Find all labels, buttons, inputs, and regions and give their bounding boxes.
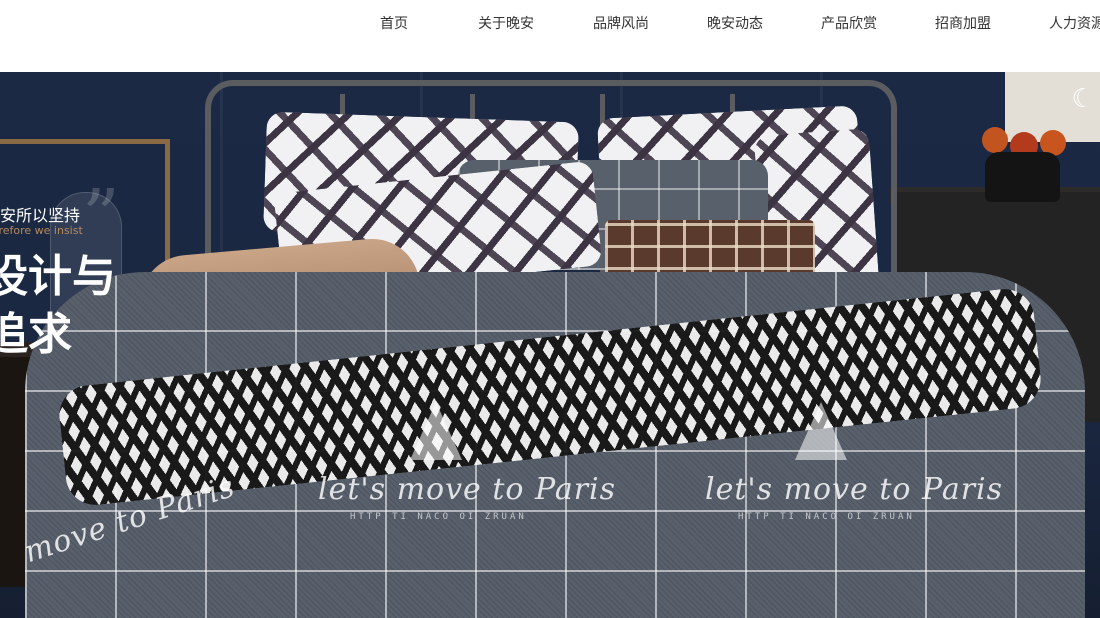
nav-item-hr[interactable]: 人力资源 [1049, 14, 1100, 34]
nav-item-news[interactable]: 晚安动态 [707, 14, 763, 34]
nav-item-brand[interactable]: 品牌风尚 [593, 14, 649, 34]
rotary-phone [985, 152, 1060, 202]
slogan-big-line2: 追求 [0, 309, 72, 360]
slogan-big-line1: 设计与 [0, 251, 116, 302]
slogan-english: Therefore we insist [0, 224, 83, 237]
eiffel-tower-print [410, 402, 462, 460]
slogan-small: 晚安所以坚持 [0, 206, 81, 225]
fruit [982, 127, 1008, 153]
nav-item-about[interactable]: 关于晚安 [478, 14, 534, 34]
quote-mark-icon: ” [82, 174, 120, 260]
nav-item-home[interactable]: 首页 [380, 14, 408, 34]
nav-item-products[interactable]: 产品欣赏 [821, 14, 877, 34]
bed-print-text: let's move to Paris [318, 472, 617, 507]
nav-item-franchise[interactable]: 招商加盟 [935, 14, 991, 34]
moon-icon: ☾ [1071, 84, 1095, 114]
eiffel-tower-print [795, 402, 847, 460]
hero-banner: let's move to Paris let's move to Paris … [0, 72, 1100, 618]
bed-print-subtext: HTTP TI NACO OI ZRUAN [738, 512, 915, 522]
slogan-big: 设计与 追求 [0, 248, 116, 364]
site-header: 首页 关于晚安 品牌风尚 晚安动态 产品欣赏 招商加盟 人力资源 [0, 0, 1100, 72]
bed-print-subtext: HTTP TI NACO OI ZRUAN [350, 512, 527, 522]
bed-print-text: let's move to Paris [705, 472, 1004, 507]
